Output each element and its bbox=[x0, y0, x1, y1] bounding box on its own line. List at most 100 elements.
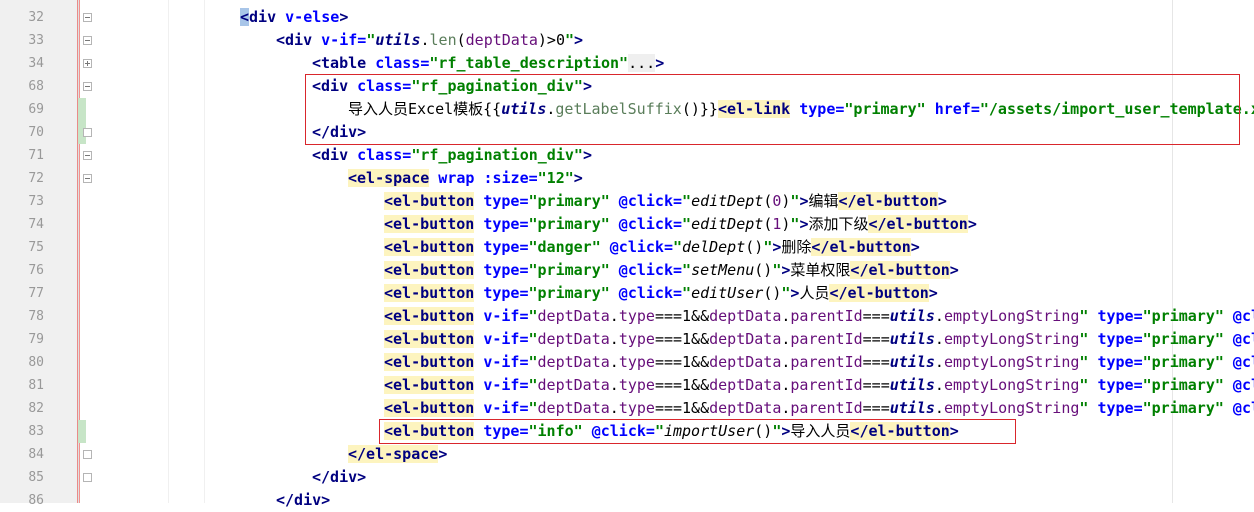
code-token: 人员 bbox=[799, 284, 830, 302]
code-line[interactable]: 74 <el-button type="primary" @click="edit… bbox=[0, 213, 1254, 236]
code-token: " bbox=[673, 238, 683, 256]
code-line[interactable]: 72 <el-space wrap :size="12"> bbox=[0, 167, 1254, 190]
code-line[interactable]: 86 </div> bbox=[0, 489, 1254, 512]
line-number: 80 bbox=[28, 355, 44, 370]
code-token: parentId bbox=[790, 376, 863, 394]
code-token: "primary" bbox=[528, 284, 610, 302]
code-token: utils bbox=[889, 399, 935, 417]
code-token: @cl bbox=[1232, 399, 1254, 417]
code-token: </div> bbox=[312, 468, 367, 486]
code-token: @click= bbox=[600, 238, 673, 256]
code-line[interactable]: 32 <div v-else> bbox=[0, 6, 1254, 29]
code-token: v-if= bbox=[474, 353, 529, 371]
code-token: type= bbox=[474, 215, 529, 233]
code-token: <table bbox=[312, 54, 367, 72]
code-token: </el-button bbox=[811, 238, 911, 256]
code-token: ... bbox=[628, 54, 656, 72]
code-line[interactable]: 33 <div v-if="utils.len(deptData)>0"> bbox=[0, 29, 1254, 52]
code-token: > bbox=[928, 284, 938, 302]
code-token: " bbox=[682, 284, 692, 302]
code-token: "rf_table_description" bbox=[429, 54, 629, 72]
code-token: > bbox=[582, 146, 592, 164]
fold-collapse-icon[interactable] bbox=[83, 473, 92, 482]
code-token: type= bbox=[474, 192, 529, 210]
line-number: 81 bbox=[28, 378, 44, 393]
code-token: @cl bbox=[1232, 353, 1254, 371]
code-token: v-if= bbox=[474, 399, 529, 417]
fold-collapse-icon[interactable] bbox=[83, 128, 92, 137]
code-token: 菜单权限 bbox=[790, 261, 851, 279]
code-text: <div v-if="utils.len(deptData)>0"> bbox=[276, 29, 583, 52]
code-token: "primary" bbox=[1142, 353, 1224, 371]
code-token: === bbox=[862, 399, 890, 417]
code-text: <el-button v-if="deptData.type===1&&dept… bbox=[384, 397, 1254, 420]
line-number: 82 bbox=[28, 401, 44, 416]
code-line[interactable]: 71 <div class="rf_pagination_div"> bbox=[0, 144, 1254, 167]
code-text: <el-button type="primary" @click="setMen… bbox=[384, 259, 959, 282]
code-line[interactable]: 82 <el-button v-if="deptData.type===1&&de… bbox=[0, 397, 1254, 420]
code-line[interactable]: 85 </div> bbox=[0, 466, 1254, 489]
code-line[interactable]: 79 <el-button v-if="deptData.type===1&&de… bbox=[0, 328, 1254, 351]
fold-collapse-icon[interactable] bbox=[83, 174, 92, 183]
highlight-box-import-button bbox=[379, 419, 1016, 444]
code-token: ===1&& bbox=[654, 376, 710, 394]
code-token: "primary" bbox=[1142, 376, 1224, 394]
code-token: > bbox=[949, 261, 959, 279]
code-token: v-if= bbox=[474, 330, 529, 348]
code-token: () bbox=[754, 261, 773, 279]
code-token: type bbox=[618, 376, 655, 394]
code-token: . bbox=[934, 330, 944, 348]
code-token: . bbox=[609, 353, 619, 371]
code-token: "primary" bbox=[528, 215, 610, 233]
code-token: === bbox=[862, 353, 890, 371]
code-token: editUser bbox=[691, 284, 764, 302]
fold-collapse-icon[interactable] bbox=[83, 13, 92, 22]
code-line[interactable]: 73 <el-button type="primary" @click="edit… bbox=[0, 190, 1254, 213]
code-text: <el-button v-if="deptData.type===1&&dept… bbox=[384, 374, 1254, 397]
code-text: <el-button v-if="deptData.type===1&&dept… bbox=[384, 351, 1254, 374]
code-token: div bbox=[249, 8, 277, 26]
code-token: ( bbox=[763, 215, 773, 233]
line-number: 71 bbox=[28, 148, 44, 163]
code-token: 删除 bbox=[781, 238, 812, 256]
code-line[interactable]: 81 <el-button v-if="deptData.type===1&&de… bbox=[0, 374, 1254, 397]
code-line[interactable]: 80 <el-button v-if="deptData.type===1&&de… bbox=[0, 351, 1254, 374]
code-line[interactable]: 84 </el-space> bbox=[0, 443, 1254, 466]
code-token: <el-button bbox=[384, 261, 475, 279]
code-line[interactable]: 77 <el-button type="primary" @click="edit… bbox=[0, 282, 1254, 305]
fold-collapse-icon[interactable] bbox=[83, 36, 92, 45]
line-number: 33 bbox=[28, 33, 44, 48]
modified-line-marker bbox=[78, 98, 86, 121]
code-line[interactable]: 34 <table class="rf_table_description"...… bbox=[0, 52, 1254, 75]
code-line[interactable]: 76 <el-button type="primary" @click="setM… bbox=[0, 259, 1254, 282]
fold-expand-icon[interactable] bbox=[83, 59, 92, 68]
code-token: </el-button bbox=[868, 215, 968, 233]
code-line[interactable]: 78 <el-button v-if="deptData.type===1&&de… bbox=[0, 305, 1254, 328]
code-token: @click= bbox=[609, 284, 683, 302]
code-line[interactable]: 75 <el-button type="danger" @click="delDe… bbox=[0, 236, 1254, 259]
code-text: <div v-else> bbox=[240, 6, 348, 29]
line-number: 32 bbox=[28, 10, 44, 25]
code-token: ( bbox=[763, 192, 773, 210]
code-token: > bbox=[573, 169, 583, 187]
code-token: utils bbox=[889, 376, 935, 394]
fold-collapse-icon[interactable] bbox=[83, 450, 92, 459]
code-token: . bbox=[934, 307, 944, 325]
code-token: parentId bbox=[790, 399, 863, 417]
fold-collapse-icon[interactable] bbox=[83, 151, 92, 160]
code-text: <el-button type="primary" @click="editUs… bbox=[384, 282, 938, 305]
line-number: 84 bbox=[28, 447, 44, 462]
code-token: type= bbox=[1088, 399, 1143, 417]
line-number: 75 bbox=[28, 240, 44, 255]
code-token: <el-space bbox=[348, 169, 430, 187]
code-token: @cl bbox=[1232, 330, 1254, 348]
code-token: "primary" bbox=[528, 261, 610, 279]
code-token: </el-button bbox=[838, 192, 938, 210]
code-token: ===1&& bbox=[654, 399, 710, 417]
code-token: () bbox=[745, 238, 764, 256]
code-token: len bbox=[429, 31, 457, 49]
line-number: 79 bbox=[28, 332, 44, 347]
code-token: 编辑 bbox=[808, 192, 839, 210]
code-token: type= bbox=[474, 238, 529, 256]
fold-collapse-icon[interactable] bbox=[83, 82, 92, 91]
